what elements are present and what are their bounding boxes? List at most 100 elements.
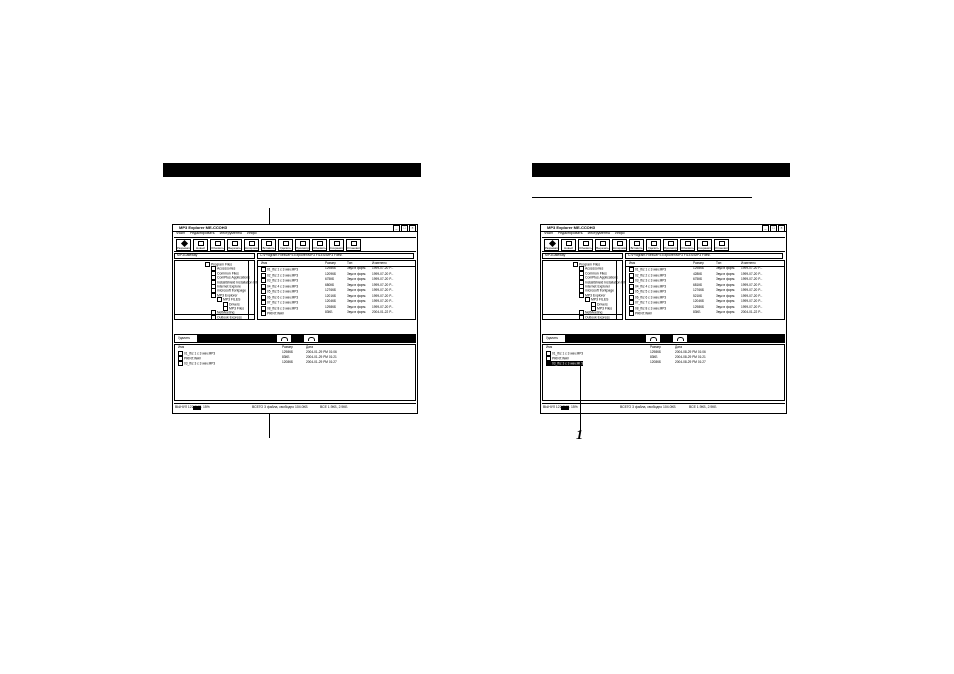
column-header[interactable]: Имя — [629, 261, 635, 265]
toolbar-button[interactable]: Копировать — [612, 239, 627, 251]
column-header[interactable]: Размер — [325, 261, 336, 265]
file-cell: 1276КБ — [693, 288, 705, 292]
column-header[interactable]: Имя — [546, 345, 552, 349]
close-button[interactable]: × — [409, 225, 416, 232]
toolbar-button[interactable]: Новый — [561, 239, 576, 251]
file-cell: Звук в форм. — [347, 288, 367, 292]
file-cell: 1999-07-20 Р... — [741, 293, 763, 298]
file-cell: 1999-07-20 Р... — [372, 282, 394, 287]
column-header[interactable]: Размер — [282, 345, 293, 349]
toolbar-button[interactable]: Удалить — [278, 239, 293, 251]
file-cell: 1999-07-20 Р... — [741, 288, 763, 292]
close-button[interactable]: × — [778, 225, 785, 232]
menu-item[interactable]: Файл — [544, 231, 553, 236]
toolbar-button[interactable]: Установить — [346, 239, 361, 251]
toolbar-button[interactable]: Разрывать — [544, 239, 559, 251]
toolbar-button[interactable]: Вырезать — [595, 239, 610, 251]
maximize-button[interactable]: □ — [401, 225, 408, 232]
download-arrow-icon[interactable] — [645, 334, 661, 343]
toolbar-button[interactable]: Сохранить — [697, 239, 712, 251]
file-cell: 1201КБ — [325, 293, 337, 298]
toolbar-button[interactable]: Вырезать — [227, 239, 242, 251]
drive-select[interactable]: MP3Gateway — [542, 253, 623, 259]
file-cell: 681КБ — [693, 282, 703, 287]
toolbar-button[interactable]: Вставить — [629, 239, 644, 251]
toolbar-label: Сохранить — [330, 247, 343, 250]
menu-item[interactable]: Инструменты — [220, 231, 242, 236]
upload-arrow-icon[interactable] — [303, 334, 319, 343]
column-header[interactable]: Тип — [347, 261, 352, 265]
toolbar-button[interactable]: Удалить — [646, 239, 661, 251]
tree-vertical-scrollbar[interactable] — [248, 261, 254, 319]
menu-item[interactable]: Инструменты — [588, 231, 610, 236]
menu-item[interactable]: Редактировать — [558, 231, 583, 236]
device-file-row[interactable]: 03_fbz 3 с 3 wav.MP3 1208КБ 2004-01-29 РМ … — [177, 360, 413, 366]
toolbar-icon — [617, 241, 623, 246]
file-cell: 2004-01-22 Р... — [372, 310, 394, 314]
toolbar-button[interactable]: Сохранить — [329, 239, 344, 251]
menu-item[interactable]: Файл — [176, 231, 185, 236]
file-cell: 1999-07-20 Р... — [741, 277, 763, 281]
toolbar-button[interactable]: Копировать — [244, 239, 259, 251]
toolbar-button[interactable]: Просмотр — [663, 239, 678, 251]
device-file-cell: 2004-08-29 РМ 01:06 — [675, 350, 706, 354]
file-cell: 1999-07-20 Р... — [741, 299, 763, 303]
toolbar-icon — [300, 241, 306, 246]
column-header[interactable]: Имя — [178, 345, 184, 349]
file-cell: 02_fbz 2 с 3 wav.MP3 — [261, 273, 298, 278]
upload-arrow-icon[interactable] — [672, 334, 688, 343]
window-controls: _ □ × — [393, 225, 416, 232]
file-row[interactable]: PRINT.WAV 83КБ Звук в форм. 2004-01-22 Р... — [628, 310, 782, 316]
file-cell: 680КБ — [325, 282, 335, 287]
toolbar-button[interactable]: Обновить — [680, 239, 695, 251]
toolbar-button[interactable]: Обновить — [210, 239, 225, 251]
path-field[interactable]: C:\Program Files\MP3 Explorer\MP3 FILES\… — [625, 253, 783, 259]
minimize-button[interactable]: _ — [393, 225, 400, 232]
path-field[interactable]: C:\Program Files\MP3 Explorer\MP3 FILES\… — [257, 253, 414, 259]
file-cell: 08_fbz 8 с 3 wav.MP3 — [629, 306, 666, 311]
device-file-cell: 2004-01-29 РМ 01:27 — [306, 360, 337, 364]
device-file-cell: 83КБ — [650, 355, 658, 359]
toolbar-button[interactable]: Разрывать — [176, 239, 191, 251]
download-arrow-icon[interactable] — [276, 334, 292, 343]
menu-item[interactable]: Редактировать — [190, 231, 215, 236]
column-header[interactable]: Размер — [650, 345, 661, 349]
file-row[interactable]: PRINT.WAV 83КБ Звук в форм. 2004-01-22 Р... — [260, 310, 413, 316]
toolbar-button[interactable]: Обновить — [578, 239, 593, 251]
file-cell: 05_fbz 5 с 3 wav.MP3 — [629, 289, 666, 294]
folder-tree: Program Files Accessories Common Files ComP… — [174, 260, 257, 320]
file-cell: 521КБ — [693, 293, 703, 298]
toolbar-icon — [198, 241, 204, 246]
column-header[interactable]: Тип — [716, 261, 721, 265]
menu-item[interactable]: Инфо — [247, 231, 257, 236]
toolbar-button[interactable]: Установить — [714, 239, 729, 251]
column-header[interactable]: Имя — [261, 261, 267, 265]
delete-button[interactable]: Удалить — [175, 335, 197, 342]
maximize-button[interactable]: □ — [770, 225, 777, 232]
toolbar-button[interactable]: Новый — [193, 239, 208, 251]
tree-horizontal-scrollbar[interactable] — [175, 314, 254, 319]
toolbar-button[interactable]: Обновить — [312, 239, 327, 251]
toolbar-button[interactable]: Вставить — [261, 239, 276, 251]
minimize-button[interactable]: _ — [762, 225, 769, 232]
tree-vertical-scrollbar[interactable] — [616, 261, 622, 319]
column-header[interactable]: Изменено — [372, 261, 387, 265]
device-file-cell: 2004-08-29 РМ 01:21 — [675, 355, 706, 359]
file-cell: 1999-07-20 Р... — [372, 277, 394, 281]
menu-bar: Файл Редактировать Инструменты Инфо — [544, 231, 625, 236]
toolbar-button[interactable]: Просмотр — [295, 239, 310, 251]
drive-select[interactable]: MP3Gateway — [174, 253, 255, 259]
toolbar-label: Новый — [196, 247, 205, 250]
column-header[interactable]: Размер — [693, 261, 704, 265]
window-controls: _ □ × — [762, 225, 785, 232]
tree-horizontal-scrollbar[interactable] — [543, 314, 622, 319]
column-header[interactable]: Изменено — [741, 261, 756, 265]
menu-item[interactable]: Инфо — [615, 231, 625, 236]
delete-button[interactable]: Удалить — [543, 335, 565, 342]
column-header[interactable]: Дата — [675, 345, 682, 349]
device-file-list: Имя Размер Дата 01_fbz 1 с 3 wav.MP3 1298КБ 2… — [542, 344, 785, 401]
transfer-bar: Удалить — [542, 334, 785, 343]
toolbar-label: Обновить — [681, 247, 694, 250]
column-header[interactable]: Дата — [306, 345, 313, 349]
status-bar: ВЫНУЛ 122.9МБ 15% ВСЕГО 3 файла, свободно … — [174, 403, 416, 411]
